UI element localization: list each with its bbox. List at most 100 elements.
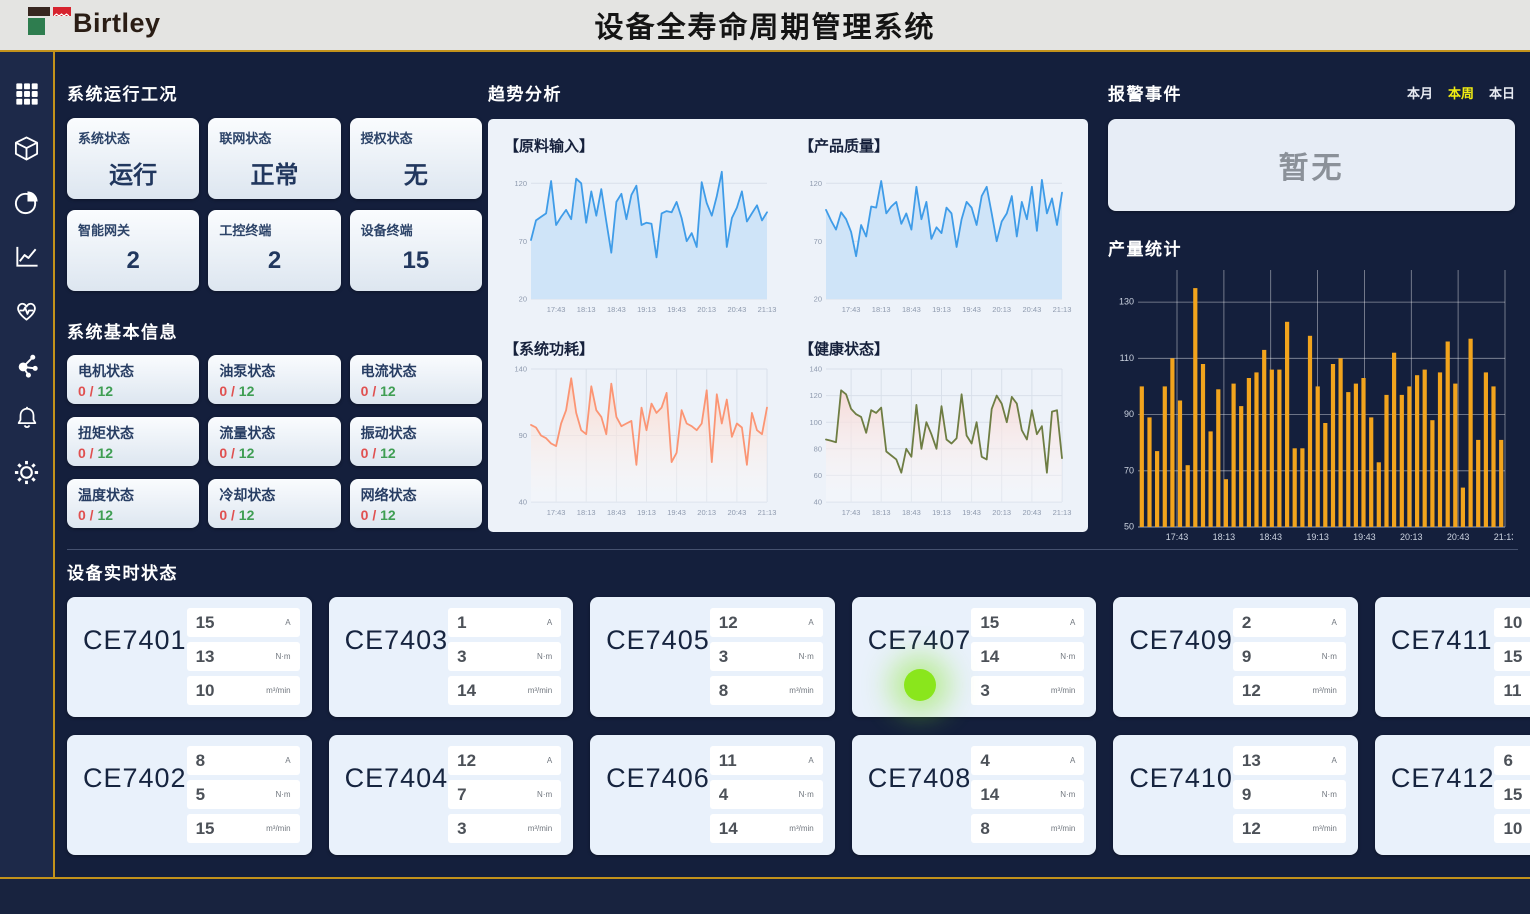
device-card[interactable]: CE740412A7N·m3m³/min	[329, 735, 574, 855]
app-header: Birtley 设备全寿命周期管理系统	[0, 0, 1530, 52]
metric-row: 15N·m	[1494, 780, 1530, 809]
info-card-label: 振动状态	[361, 423, 471, 443]
metric-unit: A	[547, 618, 552, 627]
svg-text:18:43: 18:43	[1259, 532, 1282, 542]
status-card-label: 工控终端	[219, 220, 329, 239]
line-chart-icon[interactable]	[13, 242, 41, 270]
metric-value: 14	[457, 681, 476, 701]
metric-row: 3m³/min	[448, 814, 561, 843]
metric-row: 8m³/min	[971, 814, 1084, 843]
gear-icon[interactable]	[13, 458, 41, 486]
svg-text:20:13: 20:13	[992, 305, 1011, 314]
metric-value: 15	[196, 613, 215, 633]
page-title: 设备全寿命周期管理系统	[594, 4, 935, 46]
device-metrics: 11A4N·m14m³/min	[710, 746, 823, 844]
svg-text:21:13: 21:13	[1053, 305, 1072, 314]
svg-text:17:43: 17:43	[1166, 532, 1189, 542]
metric-row: 4A	[971, 746, 1084, 775]
chart-title: 【系统功耗】	[504, 338, 777, 359]
metric-unit: N·m	[537, 652, 552, 661]
bell-icon[interactable]	[13, 404, 41, 432]
device-card[interactable]: CE740715A14N·m3m³/min	[852, 597, 1097, 717]
metric-row: 15m³/min	[187, 814, 300, 843]
metric-row: 3m³/min	[971, 676, 1084, 705]
total-count: 12	[380, 445, 396, 461]
svg-text:19:13: 19:13	[637, 508, 656, 517]
svg-text:80: 80	[814, 444, 822, 453]
middle-column: 趋势分析 【原料输入】 207012017:4318:1318:4319:131…	[488, 80, 1088, 532]
svg-text:21:13: 21:13	[758, 305, 777, 314]
svg-text:19:13: 19:13	[932, 508, 951, 517]
status-card-label: 授权状态	[361, 128, 471, 147]
device-card[interactable]: CE74028A5N·m15m³/min	[67, 735, 312, 855]
metric-unit: m³/min	[528, 686, 552, 695]
device-card[interactable]: CE740611A4N·m14m³/min	[590, 735, 835, 855]
svg-text:20: 20	[519, 295, 527, 304]
metric-value: 10	[1503, 613, 1522, 633]
svg-text:18:13: 18:13	[872, 305, 891, 314]
device-metrics: 4A14N·m8m³/min	[971, 746, 1084, 844]
raw-input-chart-canvas: 207012017:4318:1318:4319:1319:4320:1320:…	[504, 158, 777, 316]
metric-unit: N·m	[799, 790, 814, 799]
svg-text:21:13: 21:13	[1053, 508, 1072, 517]
active-indicator-dot	[904, 669, 936, 701]
device-name: CE7403	[345, 625, 449, 706]
metric-unit: N·m	[1322, 790, 1337, 799]
molecule-icon[interactable]	[13, 350, 41, 378]
metric-row: 10m³/min	[1494, 814, 1530, 843]
svg-text:19:13: 19:13	[932, 305, 951, 314]
alarm-count: 0 /	[219, 445, 238, 461]
svg-text:18:13: 18:13	[577, 508, 596, 517]
total-count: 12	[239, 445, 255, 461]
svg-text:18:13: 18:13	[577, 305, 596, 314]
cube-3d-icon[interactable]	[13, 134, 41, 162]
device-card[interactable]: CE741013A9N·m12m³/min	[1113, 735, 1358, 855]
svg-text:17:43: 17:43	[842, 508, 861, 517]
device-card[interactable]: CE741110A15N·m11m³/min	[1375, 597, 1530, 717]
alarm-period-tabs: 本月本周本日	[1407, 83, 1515, 102]
pie-chart-icon[interactable]	[13, 188, 41, 216]
device-card[interactable]: CE74126A15N·m10m³/min	[1375, 735, 1530, 855]
power-chart-canvas: 409014017:4318:1318:4319:1319:4320:1320:…	[504, 361, 777, 519]
info-card-label: 电流状态	[361, 361, 471, 381]
device-card[interactable]: CE74084A14N·m8m³/min	[852, 735, 1097, 855]
metric-value: 15	[1503, 647, 1522, 667]
device-name: CE7410	[1129, 763, 1233, 844]
chart-raw-input: 【原料输入】 207012017:4318:1318:4319:1319:432…	[504, 127, 777, 326]
section-title-devices: 设备实时状态	[67, 559, 1518, 584]
metric-value: 15	[980, 613, 999, 633]
device-name: CE7411	[1391, 625, 1495, 706]
svg-text:40: 40	[519, 497, 527, 506]
device-metrics: 15A14N·m3m³/min	[971, 608, 1084, 706]
device-card[interactable]: CE740512A3N·m8m³/min	[590, 597, 835, 717]
device-grid: CE740115A13N·m10m³/minCE74031A3N·m14m³/m…	[67, 597, 1518, 855]
device-metrics: 1A3N·m14m³/min	[448, 608, 561, 706]
health-pulse-icon[interactable]	[13, 296, 41, 324]
apps-grid-icon[interactable]	[13, 80, 41, 108]
svg-text:20:43: 20:43	[1023, 305, 1042, 314]
svg-text:18:13: 18:13	[872, 508, 891, 517]
metric-value: 4	[719, 785, 728, 805]
status-card: 设备终端15	[350, 210, 482, 291]
metric-row: 8A	[187, 746, 300, 775]
svg-text:18:43: 18:43	[607, 508, 626, 517]
metric-row: 13A	[1233, 746, 1346, 775]
device-card[interactable]: CE740115A13N·m10m³/min	[67, 597, 312, 717]
metric-unit: N·m	[537, 790, 552, 799]
device-card[interactable]: CE74092A9N·m12m³/min	[1113, 597, 1358, 717]
device-card[interactable]: CE74031A3N·m14m³/min	[329, 597, 574, 717]
alarm-tab-0[interactable]: 本月	[1407, 83, 1433, 102]
device-metrics: 12A7N·m3m³/min	[448, 746, 561, 844]
svg-text:17:43: 17:43	[547, 508, 566, 517]
body-frame: 系统运行工况 系统状态运行联网状态正常授权状态无智能网关2工控终端2设备终端15…	[0, 52, 1530, 879]
info-card-label: 冷却状态	[219, 485, 329, 505]
alarm-tab-1[interactable]: 本周	[1448, 83, 1474, 102]
total-count: 12	[380, 507, 396, 523]
metric-value: 14	[980, 647, 999, 667]
logo-block-dark	[28, 7, 50, 16]
svg-text:17:43: 17:43	[547, 305, 566, 314]
info-card: 网络状态0 / 12	[350, 479, 482, 528]
metric-unit: m³/min	[266, 686, 290, 695]
svg-text:20:43: 20:43	[728, 508, 747, 517]
alarm-tab-2[interactable]: 本日	[1489, 83, 1515, 102]
